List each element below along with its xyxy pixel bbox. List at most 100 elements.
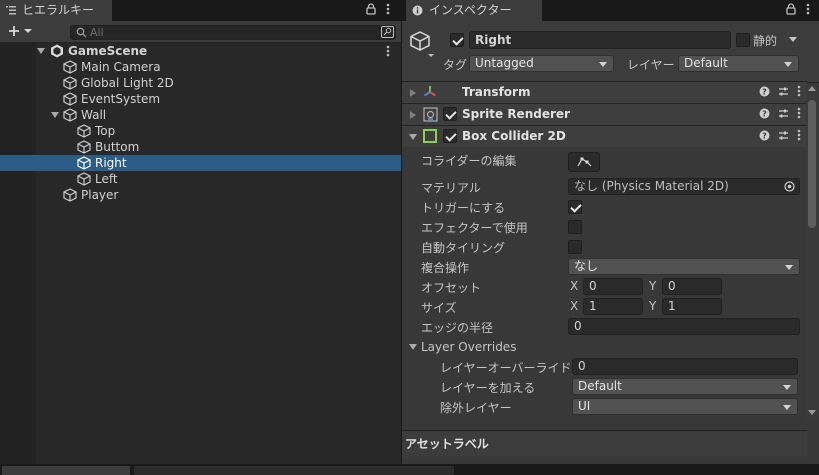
- search-filter-icon[interactable]: [381, 26, 394, 38]
- hierarchy-tab[interactable]: ヒエラルキー: [0, 0, 112, 21]
- component-enabled-checkbox[interactable]: [443, 129, 457, 143]
- lock-icon[interactable]: [366, 3, 376, 15]
- presets-icon[interactable]: [778, 130, 789, 141]
- transform-icon: [423, 85, 437, 99]
- hierarchy-item[interactable]: Global Light 2D: [0, 75, 401, 91]
- info-icon: [412, 5, 423, 16]
- exclude-layers-label: 除外レイヤー: [440, 401, 512, 415]
- bottom-tab-project[interactable]: [2, 466, 130, 475]
- edit-collider-button[interactable]: [568, 152, 600, 172]
- scene-row[interactable]: GameScene: [0, 43, 401, 59]
- effector-label: エフェクターで使用: [421, 221, 528, 235]
- scrollbar-thumb[interactable]: [808, 100, 816, 228]
- list-icon: [6, 6, 16, 15]
- gameobject-icon[interactable]: [409, 30, 437, 60]
- trigger-label: トリガーにする: [421, 201, 506, 215]
- chevron-down-icon: [783, 405, 791, 410]
- material-field[interactable]: なし (Physics Material 2D): [568, 178, 800, 195]
- size-x-field[interactable]: 1: [583, 298, 643, 315]
- offset-x-field[interactable]: 0: [583, 278, 643, 295]
- help-icon[interactable]: ?: [759, 108, 770, 119]
- search-icon: [76, 27, 88, 38]
- tag-dropdown[interactable]: Untagged: [469, 55, 614, 72]
- more-options-icon[interactable]: [797, 85, 801, 97]
- more-options-icon[interactable]: [797, 129, 801, 141]
- size-label: サイズ: [421, 301, 457, 315]
- hierarchy-item[interactable]: Player: [0, 187, 401, 203]
- hierarchy-tab-label: ヒエラルキー: [22, 3, 95, 17]
- chevron-down-icon: [599, 62, 607, 67]
- gameobject-cube-icon: [63, 108, 77, 122]
- exclude-layers-value: UI: [578, 399, 591, 413]
- collapse-arrow-icon[interactable]: [410, 89, 416, 97]
- help-icon[interactable]: ?: [759, 130, 770, 141]
- gameobject-cube-icon: [77, 172, 91, 186]
- object-picker-icon[interactable]: [784, 181, 795, 192]
- presets-icon[interactable]: [778, 108, 789, 119]
- gameobject-cube-icon: [77, 124, 91, 138]
- hierarchy-item[interactable]: Buttom: [0, 139, 401, 155]
- expand-arrow-icon: [409, 344, 417, 350]
- hierarchy-item-label: Buttom: [95, 140, 140, 154]
- component-tools: ?: [759, 107, 801, 119]
- component-transform[interactable]: Transform ?: [402, 81, 807, 103]
- hierarchy-item-selected[interactable]: Right: [0, 155, 401, 171]
- help-icon[interactable]: ?: [759, 86, 770, 97]
- hierarchy-item[interactable]: Left: [0, 171, 401, 187]
- hierarchy-item-label: Wall: [81, 108, 107, 122]
- active-checkbox[interactable]: [450, 33, 464, 47]
- svg-text:?: ?: [762, 87, 767, 96]
- gameobject-cube-icon: [63, 60, 77, 74]
- hierarchy-item-label: Top: [95, 124, 116, 138]
- layer-override-priority-field[interactable]: 0: [572, 358, 798, 375]
- material-label: マテリアル: [421, 181, 481, 195]
- expand-arrow-icon[interactable]: [37, 48, 45, 54]
- inspector-tab[interactable]: インスペクター: [406, 0, 542, 21]
- static-dropdown-arrow-icon[interactable]: [789, 37, 797, 42]
- edge-radius-field[interactable]: 0: [568, 318, 800, 335]
- more-options-icon[interactable]: [806, 3, 810, 15]
- autotiling-checkbox[interactable]: [568, 240, 582, 254]
- search-input[interactable]: [70, 25, 396, 40]
- expand-arrow-icon[interactable]: [409, 134, 417, 140]
- component-name: Sprite Renderer: [462, 107, 570, 121]
- collapse-arrow-icon[interactable]: [410, 111, 416, 119]
- hierarchy-item-label: Main Camera: [81, 60, 161, 74]
- hierarchy-item[interactable]: Top: [0, 123, 401, 139]
- gameobject-cube-icon: [63, 92, 77, 106]
- presets-icon[interactable]: [778, 86, 789, 97]
- expand-arrow-icon[interactable]: [51, 112, 59, 118]
- size-y-field[interactable]: 1: [662, 298, 722, 315]
- static-checkbox[interactable]: [736, 33, 750, 47]
- lock-icon[interactable]: [786, 3, 796, 15]
- component-sprite-renderer[interactable]: Sprite Renderer ?: [402, 103, 807, 125]
- hierarchy-item[interactable]: Main Camera: [0, 59, 401, 75]
- gameobject-cube-icon: [77, 140, 91, 154]
- layer-dropdown[interactable]: Default: [678, 55, 799, 72]
- scene-more-options-icon[interactable]: [386, 45, 390, 57]
- more-options-icon[interactable]: [386, 3, 390, 15]
- scroll-down-icon[interactable]: [808, 410, 816, 415]
- offset-y-field[interactable]: 0: [662, 278, 722, 295]
- unity-scene-icon: [50, 44, 64, 58]
- more-options-icon[interactable]: [797, 107, 801, 119]
- component-name: Box Collider 2D: [462, 129, 566, 143]
- component-box-collider-2d[interactable]: Box Collider 2D ?: [402, 125, 807, 147]
- hierarchy-item[interactable]: Wall: [0, 107, 401, 123]
- effector-checkbox[interactable]: [568, 220, 582, 234]
- hierarchy-item[interactable]: EventSystem: [0, 91, 401, 107]
- object-name-field[interactable]: Right: [469, 31, 731, 49]
- composite-label: 複合操作: [421, 261, 470, 275]
- bottom-tab-console[interactable]: [134, 466, 454, 475]
- include-layers-dropdown[interactable]: Default: [572, 378, 798, 395]
- offset-x-label: X: [570, 279, 579, 293]
- add-object-button[interactable]: [9, 24, 35, 38]
- composite-dropdown[interactable]: なし: [568, 258, 800, 275]
- scroll-up-icon[interactable]: [808, 86, 816, 91]
- layer-overrides-label: Layer Overrides: [421, 340, 517, 354]
- exclude-layers-dropdown[interactable]: UI: [572, 398, 798, 415]
- component-enabled-checkbox[interactable]: [443, 107, 457, 121]
- svg-text:?: ?: [762, 109, 767, 118]
- layer-override-priority-label: レイヤーオーバーライド: [440, 361, 572, 375]
- trigger-checkbox[interactable]: [568, 200, 582, 214]
